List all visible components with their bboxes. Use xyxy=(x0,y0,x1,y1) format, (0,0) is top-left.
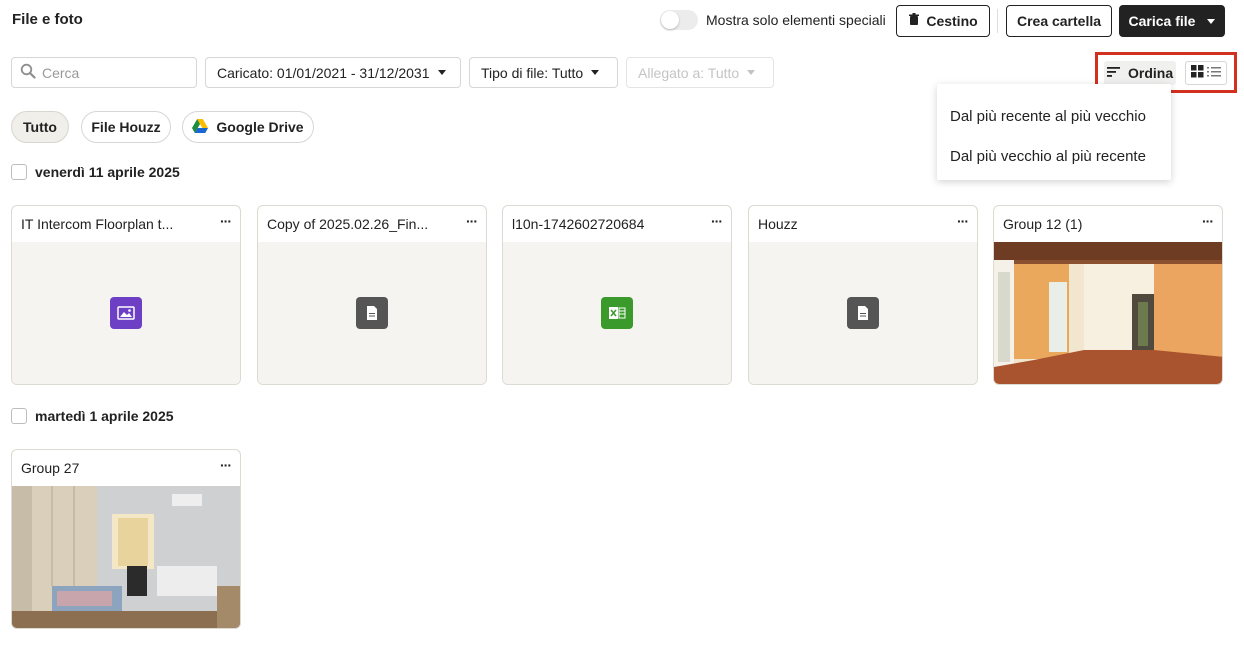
file-name: Copy of 2025.02.26_Fin... xyxy=(267,216,429,232)
google-drive-icon xyxy=(192,118,209,136)
more-options-icon[interactable]: ··· xyxy=(957,214,969,231)
chevron-down-icon xyxy=(437,70,446,75)
sort-label: Ordina xyxy=(1128,65,1174,81)
create-folder-button[interactable]: Crea cartella xyxy=(1006,5,1112,37)
toggle-knob xyxy=(661,11,679,29)
more-options-icon[interactable]: ··· xyxy=(220,458,232,475)
trash-icon xyxy=(908,13,920,29)
image-icon xyxy=(110,297,142,329)
date-group-header: venerdì 11 aprile 2025 xyxy=(11,164,180,180)
attached-to-filter[interactable]: Allegato a: Tutto xyxy=(626,57,774,88)
chip-all[interactable]: Tutto xyxy=(11,111,69,143)
card-header: Houzz ··· xyxy=(749,206,977,242)
room-photo xyxy=(12,486,240,628)
trash-label: Cestino xyxy=(926,13,978,29)
document-icon xyxy=(356,297,388,329)
more-options-icon[interactable]: ··· xyxy=(1202,214,1214,231)
sort-icon xyxy=(1107,65,1121,81)
special-items-toggle[interactable] xyxy=(660,10,698,30)
card-header: Group 27 ··· xyxy=(12,450,240,486)
excel-icon xyxy=(601,297,633,329)
document-icon xyxy=(847,297,879,329)
sort-button[interactable]: Ordina xyxy=(1104,61,1176,85)
uploaded-date-filter[interactable]: Caricato: 01/01/2021 - 31/12/2031 xyxy=(205,57,461,88)
group-date-label: martedì 1 aprile 2025 xyxy=(35,408,174,424)
date-group-header: martedì 1 aprile 2025 xyxy=(11,408,174,424)
file-name: Group 27 xyxy=(21,460,80,476)
more-options-icon[interactable]: ··· xyxy=(220,214,232,231)
upload-label: Carica file xyxy=(1128,13,1196,29)
group-date-label: venerdì 11 aprile 2025 xyxy=(35,164,180,180)
file-card[interactable]: Group 27 ··· xyxy=(11,449,241,629)
grid-view-icon[interactable] xyxy=(1190,65,1204,81)
file-preview xyxy=(749,242,977,384)
card-header: Copy of 2025.02.26_Fin... ··· xyxy=(258,206,486,242)
upload-file-button[interactable]: Carica file xyxy=(1119,5,1225,37)
page-title: File e foto xyxy=(12,11,83,28)
search-input[interactable] xyxy=(42,64,182,81)
group-checkbox[interactable] xyxy=(11,408,27,424)
file-preview xyxy=(503,242,731,384)
chevron-down-icon xyxy=(747,70,756,75)
file-card[interactable]: Houzz ··· xyxy=(748,205,978,385)
search-icon xyxy=(20,63,36,82)
card-header: Group 12 (1) ··· xyxy=(994,206,1222,242)
toggle-label: Mostra solo elementi speciali xyxy=(706,12,886,28)
special-items-toggle-wrap: Mostra solo elementi speciali xyxy=(660,10,886,30)
view-toggle xyxy=(1185,61,1227,85)
file-type-filter[interactable]: Tipo di file: Tutto xyxy=(469,57,618,88)
file-preview xyxy=(12,242,240,384)
more-options-icon[interactable]: ··· xyxy=(466,214,478,231)
uploaded-date-label: Caricato: 01/01/2021 - 31/12/2031 xyxy=(217,64,430,81)
search-box xyxy=(11,57,197,88)
file-name: IT Intercom Floorplan t... xyxy=(21,216,174,232)
chevron-down-icon xyxy=(591,70,600,75)
sort-option-newest-first[interactable]: Dal più recente al più vecchio xyxy=(937,96,1171,136)
file-name: Group 12 (1) xyxy=(1003,216,1083,232)
photo-thumbnail xyxy=(994,242,1222,384)
room-photo xyxy=(994,242,1222,384)
group-checkbox[interactable] xyxy=(11,164,27,180)
file-preview xyxy=(258,242,486,384)
file-name: l10n-1742602720684 xyxy=(512,216,645,232)
file-card[interactable]: l10n-1742602720684 ··· xyxy=(502,205,732,385)
file-card[interactable]: Copy of 2025.02.26_Fin... ··· xyxy=(257,205,487,385)
file-type-label: Tipo di file: Tutto xyxy=(481,64,584,81)
file-name: Houzz xyxy=(758,216,798,232)
chip-google-drive[interactable]: Google Drive xyxy=(182,111,314,143)
sort-option-oldest-first[interactable]: Dal più vecchio al più recente xyxy=(937,136,1171,176)
chevron-down-icon xyxy=(1207,18,1216,24)
sort-dropdown-menu: Dal più recente al più vecchio Dal più v… xyxy=(937,84,1171,180)
card-header: IT Intercom Floorplan t... ··· xyxy=(12,206,240,242)
chip-houzz-files[interactable]: File Houzz xyxy=(81,111,171,143)
header-divider xyxy=(997,9,998,33)
list-view-icon[interactable] xyxy=(1207,65,1222,81)
google-drive-label: Google Drive xyxy=(216,119,304,135)
file-card[interactable]: IT Intercom Floorplan t... ··· xyxy=(11,205,241,385)
trash-button[interactable]: Cestino xyxy=(896,5,990,37)
more-options-icon[interactable]: ··· xyxy=(711,214,723,231)
card-header: l10n-1742602720684 ··· xyxy=(503,206,731,242)
attached-to-label: Allegato a: Tutto xyxy=(638,64,740,81)
photo-thumbnail xyxy=(12,486,240,628)
file-card[interactable]: Group 12 (1) ··· xyxy=(993,205,1223,385)
